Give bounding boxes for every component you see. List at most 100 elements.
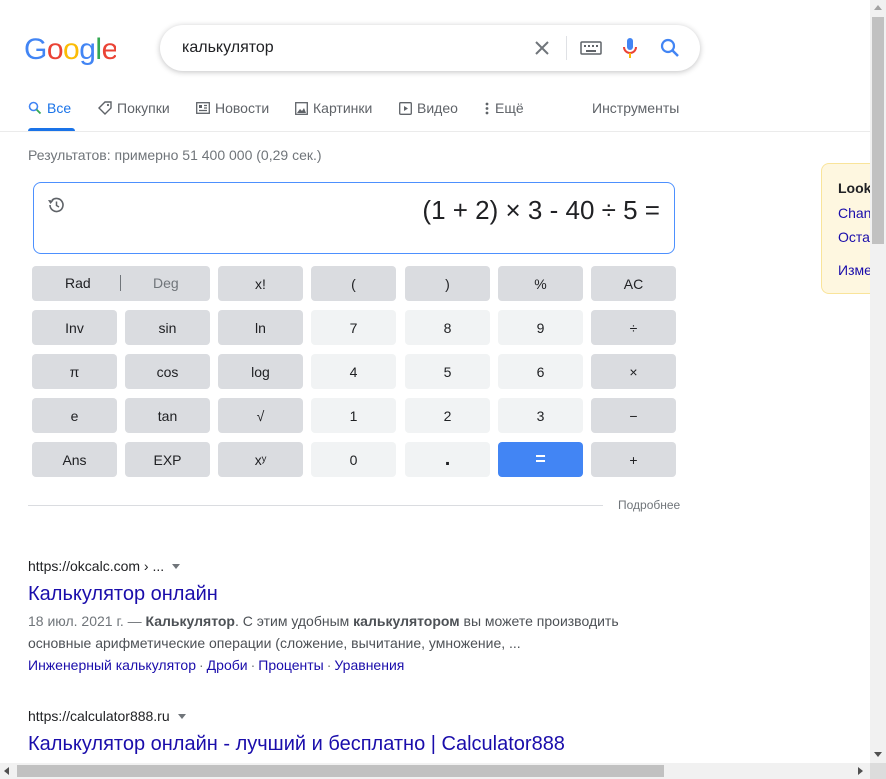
digit-2-key[interactable]: 2 [405,398,490,433]
ans-key[interactable]: Ans [32,442,117,477]
log-key[interactable]: log [218,354,303,389]
search-divider [566,36,567,60]
microphone-icon[interactable] [618,36,642,60]
tab-label: Картинки [313,100,373,116]
svg-text:Google: Google [24,33,116,65]
snippet-text: . С этим удобным [234,613,354,629]
logo-letter: G [24,33,47,65]
side-panel-link[interactable]: Оста [838,229,870,245]
inverse-key[interactable]: Inv [32,310,117,345]
keyboard-icon[interactable] [579,36,603,60]
tab-video[interactable]: Видео [399,100,458,116]
image-icon [295,101,308,115]
separator: · [250,657,256,673]
plus-key[interactable]: + [591,442,676,477]
tab-label: Новости [215,100,270,116]
digit-7-key[interactable]: 7 [311,310,396,345]
exp-key[interactable]: EXP [125,442,210,477]
tab-news[interactable]: Новости [196,100,269,116]
open-paren-key[interactable]: ( [311,266,396,301]
horizontal-scrollbar[interactable] [0,763,870,779]
google-logo[interactable]: Google [24,33,116,65]
chevron-down-icon[interactable] [177,713,186,719]
minus-key[interactable]: − [591,398,676,433]
pi-key[interactable]: π [32,354,117,389]
side-panel-link[interactable]: Изме [838,262,872,278]
vertical-scrollbar[interactable] [870,0,886,763]
horizontal-scroll-thumb[interactable] [17,765,664,777]
result-url-text: https://okcalc.com › ... [28,558,165,574]
digit-3-key[interactable]: 3 [498,398,583,433]
tab-all[interactable]: Все [28,100,71,116]
sitelink[interactable]: Уравнения [334,657,404,673]
result-stats: Результатов: примерно 51 400 000 (0,29 с… [28,147,322,163]
more-vert-icon [485,102,489,114]
divide-key[interactable]: ÷ [591,310,676,345]
separator: · [199,657,204,673]
factorial-key[interactable]: x! [218,266,303,301]
result-sitelinks: Инженерный калькулятор · Дроби · Проценты · Ур… [28,657,404,673]
newspaper-icon [196,102,210,114]
clear-icon[interactable] [530,36,554,60]
rad-button[interactable]: Rad [65,275,91,291]
scroll-up-arrow-icon[interactable] [874,5,882,10]
sqrt-key[interactable]: √ [218,398,303,433]
side-panel-link[interactable]: Chan [838,205,871,221]
scroll-right-arrow-icon[interactable] [858,767,863,775]
chevron-down-icon[interactable] [172,563,181,569]
sitelink[interactable]: Инженерный калькулятор [28,657,196,673]
search-input[interactable]: калькулятор [182,39,274,57]
tab-shopping[interactable]: Покупки [98,100,170,116]
all-clear-key[interactable]: AC [591,266,676,301]
result-url: https://calculator888.ru [28,708,186,724]
tab-images[interactable]: Картинки [295,100,372,116]
cos-key[interactable]: cos [125,354,210,389]
tab-more[interactable]: Ещё [484,100,524,116]
rad-deg-toggle[interactable]: Rad Deg [32,266,210,301]
sitelink[interactable]: Проценты [258,657,324,673]
result-title[interactable]: Калькулятор онлайн - лучший и бесплатно … [28,733,565,756]
play-icon [399,101,412,115]
scroll-down-arrow-icon[interactable] [874,752,882,757]
digit-5-key[interactable]: 5 [405,354,490,389]
logo-letter: e [102,33,116,65]
snippet-bold: калькулятором [353,613,460,629]
digit-1-key[interactable]: 1 [311,398,396,433]
decimal-point-key[interactable]: . [405,442,490,477]
digit-4-key[interactable]: 4 [311,354,396,389]
scroll-left-arrow-icon[interactable] [4,767,9,775]
equals-key[interactable]: = [498,442,583,477]
deg-button[interactable]: Deg [153,275,179,291]
digit-9-key[interactable]: 9 [498,310,583,345]
tag-icon [98,101,112,115]
power-key[interactable]: xʸ [218,442,303,477]
vertical-scroll-thumb[interactable] [872,17,884,244]
search-box[interactable]: калькулятор [160,25,700,71]
side-panel-title: Look [838,180,872,196]
sin-key[interactable]: sin [125,310,210,345]
calculator-divider [28,505,603,506]
digit-0-key[interactable]: 0 [311,442,396,477]
tools-label: Инструменты [592,100,680,116]
result-date: 18 июл. 2021 г. — [28,613,142,629]
tab-label: Все [47,100,72,116]
history-icon[interactable] [46,195,66,215]
digit-6-key[interactable]: 6 [498,354,583,389]
tools-button[interactable]: Инструменты [592,100,679,116]
multiply-key[interactable]: × [591,354,676,389]
result-title[interactable]: Калькулятор онлайн [28,583,218,606]
ln-key[interactable]: ln [218,310,303,345]
logo-letter: g [79,33,95,65]
more-info-link[interactable]: Подробнее [618,498,680,512]
sitelink[interactable]: Дроби [207,657,248,673]
result-url: https://okcalc.com › ... [28,558,181,574]
digit-8-key[interactable]: 8 [405,310,490,345]
logo-letter: o [47,33,63,65]
result-snippet: 18 июл. 2021 г. — Калькулятор. С этим уд… [28,610,628,654]
close-paren-key[interactable]: ) [405,266,490,301]
search-icon[interactable] [658,36,682,60]
percent-key[interactable]: % [498,266,583,301]
logo-letter: o [63,33,79,65]
e-key[interactable]: e [32,398,117,433]
tan-key[interactable]: tan [125,398,210,433]
